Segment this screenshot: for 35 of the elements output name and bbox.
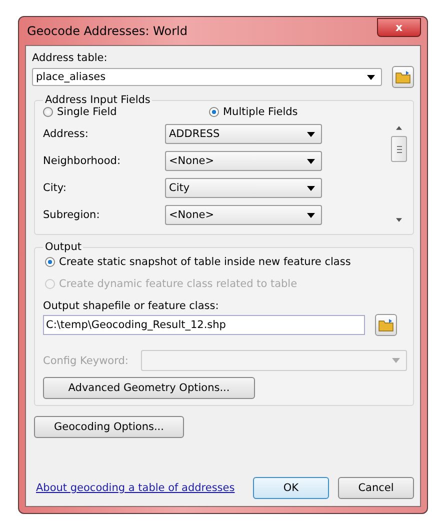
address-table-dropdown[interactable]: place_aliases bbox=[32, 68, 382, 86]
field-dropdown[interactable]: <None> bbox=[165, 151, 322, 171]
open-folder-button[interactable] bbox=[392, 66, 414, 88]
field-label: Subregion: bbox=[43, 209, 101, 221]
help-link[interactable]: About geocoding a table of addresses bbox=[36, 482, 235, 494]
scroll-up-icon bbox=[396, 126, 402, 130]
scroll-down-icon bbox=[396, 218, 402, 222]
dialog-button[interactable]: OK bbox=[253, 477, 329, 499]
close-button[interactable]: x bbox=[377, 18, 421, 36]
field-dropdown[interactable]: <None> bbox=[165, 205, 322, 225]
caret-icon bbox=[307, 186, 315, 190]
caret-icon bbox=[307, 158, 315, 164]
caret-icon bbox=[367, 74, 375, 80]
output-path-field[interactable]: C:\temp\Geocoding_Result_12.shp bbox=[43, 315, 365, 335]
field-dropdown[interactable]: City bbox=[165, 178, 322, 198]
caret-icon bbox=[307, 212, 315, 218]
output-path-label: Output shapefile or feature class: bbox=[43, 300, 220, 312]
group-title: Address Input Fields bbox=[44, 94, 152, 106]
group-title: Output bbox=[44, 241, 82, 253]
radio-option[interactable]: Multiple Fields bbox=[209, 106, 298, 118]
config-keyword-label: Config Keyword: bbox=[43, 354, 130, 366]
radio-option[interactable]: Create static snapshot of table inside new feature class bbox=[45, 256, 407, 268]
dialog-button[interactable]: Cancel bbox=[338, 477, 414, 499]
field-dropdown[interactable]: ADDRESS bbox=[165, 124, 322, 144]
field-label: Neighborhood: bbox=[43, 155, 122, 167]
window-title: Geocode Addresses: World bbox=[26, 24, 188, 38]
caret-icon bbox=[307, 132, 315, 136]
field-label: City: bbox=[43, 182, 68, 194]
advanced-geometry-button[interactable]: Advanced Geometry Options... bbox=[43, 377, 255, 399]
caret-icon bbox=[392, 358, 400, 363]
field-label: Address: bbox=[43, 128, 90, 140]
address-table-label: Address table: bbox=[32, 52, 108, 64]
geocoding-options-button[interactable]: Geocoding Options... bbox=[34, 416, 184, 438]
radio-option[interactable]: Single Field bbox=[43, 106, 209, 118]
open-folder-button[interactable] bbox=[375, 314, 397, 336]
